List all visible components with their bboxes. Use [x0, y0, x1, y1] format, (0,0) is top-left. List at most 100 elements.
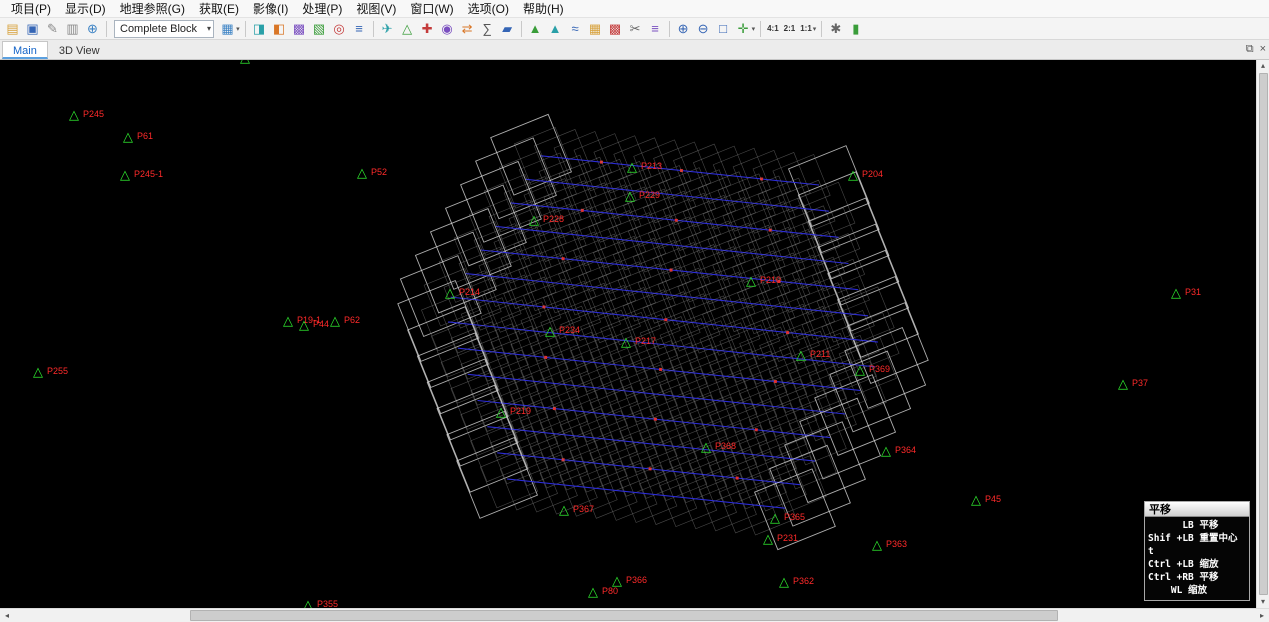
control-point-P31[interactable]: △P31: [1171, 286, 1185, 300]
menu-item[interactable]: 视图(V): [349, 0, 403, 17]
gcp-triangle-icon: △: [496, 405, 506, 419]
vertical-scrollbar[interactable]: ▴ ▾: [1256, 60, 1269, 608]
control-point-P355[interactable]: △P355: [303, 598, 317, 608]
mosaic-edit-icon[interactable]: ▩: [606, 20, 625, 38]
save-project-icon[interactable]: ▣: [23, 20, 42, 38]
menu-item[interactable]: 地理参照(G): [113, 0, 192, 17]
control-point-P44[interactable]: △P44: [299, 318, 313, 332]
close-view-icon[interactable]: ×: [1260, 42, 1266, 56]
control-point-P364[interactable]: △P364: [881, 444, 895, 458]
menu-item[interactable]: 帮助(H): [516, 0, 571, 17]
menu-item[interactable]: 影像(I): [246, 0, 295, 17]
control-point-P211[interactable]: △P211: [796, 348, 810, 362]
stereo-view-icon[interactable]: ◨: [250, 20, 269, 38]
scale-4-1-icon[interactable]: 4:1: [765, 20, 781, 38]
control-point-P245-1[interactable]: △P245-1: [120, 168, 134, 182]
edit-icon[interactable]: ✎: [43, 20, 62, 38]
menu-item[interactable]: 选项(O): [461, 0, 516, 17]
dropdown-caret-icon[interactable]: ▾: [236, 25, 240, 33]
help-overlay-line: WL 缩放: [1148, 584, 1246, 597]
menu-item[interactable]: 窗口(W): [403, 0, 460, 17]
report-icon[interactable]: ≡: [646, 20, 665, 38]
menu-item[interactable]: 获取(E): [192, 0, 246, 17]
control-point-P37[interactable]: △P37: [1118, 377, 1132, 391]
control-point-P249[interactable]: △P249: [240, 60, 254, 65]
tab-3d-view[interactable]: 3D View: [48, 41, 111, 59]
zoom-out-icon[interactable]: ⊖: [694, 20, 713, 38]
measure-icon[interactable]: ◉: [438, 20, 457, 38]
control-point-P219[interactable]: △P219: [496, 405, 510, 419]
control-point-P214[interactable]: △P214: [445, 286, 459, 300]
vertical-scroll-thumb[interactable]: [1259, 73, 1268, 595]
copy-icon[interactable]: ▥: [63, 20, 82, 38]
clip-icon[interactable]: ✂: [626, 20, 645, 38]
dsm-icon[interactable]: ▲: [546, 20, 565, 38]
scroll-up-icon[interactable]: ▴: [1261, 60, 1265, 72]
scale-1-1-icon[interactable]: 1:1: [798, 20, 814, 38]
horizontal-scrollbar[interactable]: ◂ ▸: [0, 608, 1269, 622]
gcp-triangle-icon: △: [559, 503, 569, 517]
control-point-P19-1[interactable]: △P19-1: [283, 314, 297, 328]
dropdown-caret-icon[interactable]: ▾: [752, 25, 756, 33]
control-point-P80[interactable]: △P80: [588, 585, 602, 599]
menu-item[interactable]: 项目(P): [4, 0, 58, 17]
settings-icon[interactable]: ✱: [826, 20, 845, 38]
control-point-P52[interactable]: △P52: [357, 166, 371, 180]
zoom-in-icon[interactable]: ⊕: [674, 20, 693, 38]
control-point-P217[interactable]: △P217: [621, 335, 635, 349]
bundle-adjust-icon[interactable]: ∑: [478, 20, 497, 38]
import-images-icon[interactable]: ✈: [378, 20, 397, 38]
image-list-icon[interactable]: ▩: [290, 20, 309, 38]
match-icon[interactable]: ⇄: [458, 20, 477, 38]
ortho-view-icon[interactable]: ◧: [270, 20, 289, 38]
block-selector[interactable]: Complete Block▾: [114, 20, 214, 38]
control-point-P204[interactable]: △P204: [848, 168, 862, 182]
statistics-icon[interactable]: ▮: [846, 20, 865, 38]
control-point-P45[interactable]: △P45: [971, 493, 985, 507]
control-point-P228[interactable]: △P228: [529, 213, 543, 227]
open-project-icon[interactable]: ▤: [3, 20, 22, 38]
control-point-P62[interactable]: △P62: [330, 314, 344, 328]
control-point-P362[interactable]: △P362: [779, 575, 793, 589]
control-point-P367[interactable]: △P367: [559, 503, 573, 517]
footprints-icon[interactable]: ▧: [310, 20, 329, 38]
control-point-P234[interactable]: △P234: [545, 324, 559, 338]
menu-item[interactable]: 显示(D): [58, 0, 113, 17]
gcp-triangle-icon: △: [330, 314, 340, 328]
block-grid-icon[interactable]: ▦: [218, 20, 237, 38]
control-point-P365[interactable]: △P365: [770, 511, 784, 525]
tab-main[interactable]: Main: [2, 41, 48, 59]
zoom-fit-icon[interactable]: □: [714, 20, 733, 38]
pan-tool-icon[interactable]: ✛: [734, 20, 753, 38]
scroll-down-icon[interactable]: ▾: [1261, 596, 1265, 608]
camera-icon[interactable]: ◎: [330, 20, 349, 38]
gcp-label: P213: [641, 160, 662, 172]
control-point-P231[interactable]: △P231: [763, 532, 777, 546]
scale-2-1-icon[interactable]: 2:1: [782, 20, 798, 38]
map-canvas[interactable]: 平移 LB 平移Shif +LB 重置中心tCtrl +LB 缩放Ctrl +R…: [0, 60, 1256, 608]
control-point-P245[interactable]: △P245: [69, 108, 83, 122]
dem-icon[interactable]: ▲: [526, 20, 545, 38]
orthomosaic-icon[interactable]: ▦: [586, 20, 605, 38]
control-point-P213[interactable]: △P213: [627, 160, 641, 174]
horizontal-scroll-thumb[interactable]: [190, 610, 1058, 621]
control-point-P368[interactable]: △P368: [701, 440, 715, 454]
control-point-P255[interactable]: △P255: [33, 365, 47, 379]
control-point-P229[interactable]: △P229: [625, 189, 639, 203]
gcp-triangle-icon: △: [240, 60, 250, 65]
scroll-left-icon[interactable]: ◂: [0, 609, 14, 622]
georeference-icon[interactable]: ⊕: [83, 20, 102, 38]
contour-icon[interactable]: ≈: [566, 20, 585, 38]
gcp-icon[interactable]: △: [398, 20, 417, 38]
dropdown-caret-icon[interactable]: ▾: [813, 25, 817, 33]
control-point-P210[interactable]: △P210: [746, 274, 760, 288]
menu-item[interactable]: 处理(P): [295, 0, 349, 17]
tie-points-icon[interactable]: ✚: [418, 20, 437, 38]
epipolar-icon[interactable]: ▰: [498, 20, 517, 38]
restore-window-icon[interactable]: ⧉: [1246, 42, 1254, 56]
control-point-P363[interactable]: △P363: [872, 538, 886, 552]
scroll-right-icon[interactable]: ▸: [1255, 609, 1269, 622]
control-point-P369[interactable]: △P369: [855, 363, 869, 377]
flight-lines-icon[interactable]: ≡: [350, 20, 369, 38]
control-point-P61[interactable]: △P61: [123, 130, 137, 144]
